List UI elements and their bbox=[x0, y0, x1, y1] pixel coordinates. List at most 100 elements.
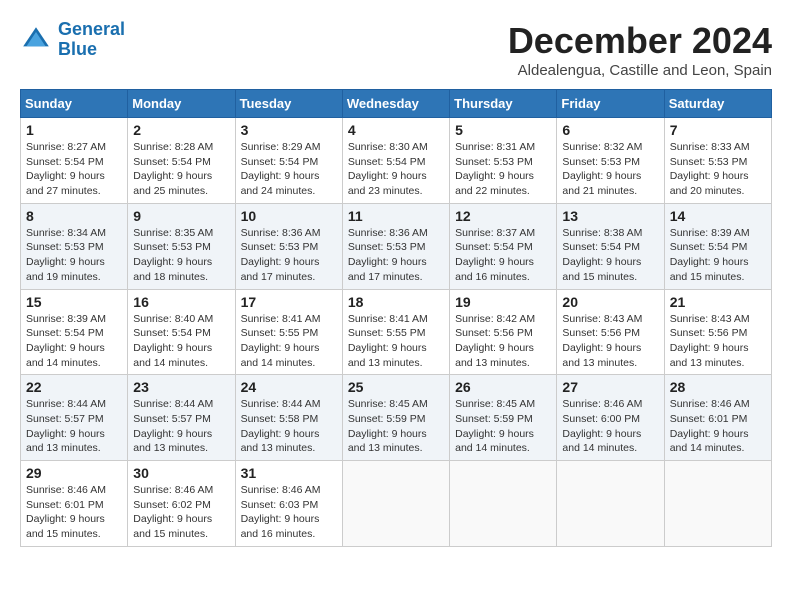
day-number: 16 bbox=[133, 294, 229, 310]
calendar-day-cell bbox=[664, 461, 771, 547]
daylight-text: Daylight: 9 hours and 14 minutes. bbox=[133, 341, 229, 370]
day-info: Sunrise: 8:43 AM Sunset: 5:56 PM Dayligh… bbox=[670, 312, 766, 371]
sunset-text: Sunset: 5:54 PM bbox=[241, 155, 337, 170]
calendar-header-row: Sunday Monday Tuesday Wednesday Thursday… bbox=[21, 90, 772, 118]
day-info: Sunrise: 8:29 AM Sunset: 5:54 PM Dayligh… bbox=[241, 140, 337, 199]
daylight-text: Daylight: 9 hours and 16 minutes. bbox=[455, 255, 551, 284]
daylight-text: Daylight: 9 hours and 13 minutes. bbox=[133, 427, 229, 456]
calendar-day-cell: 15 Sunrise: 8:39 AM Sunset: 5:54 PM Dayl… bbox=[21, 289, 128, 375]
calendar-table: Sunday Monday Tuesday Wednesday Thursday… bbox=[20, 89, 772, 547]
sunrise-text: Sunrise: 8:33 AM bbox=[670, 140, 766, 155]
sunset-text: Sunset: 5:54 PM bbox=[670, 240, 766, 255]
sunrise-text: Sunrise: 8:34 AM bbox=[26, 226, 122, 241]
sunset-text: Sunset: 6:00 PM bbox=[562, 412, 658, 427]
sunrise-text: Sunrise: 8:46 AM bbox=[670, 397, 766, 412]
day-number: 10 bbox=[241, 208, 337, 224]
day-number: 26 bbox=[455, 379, 551, 395]
day-number: 31 bbox=[241, 465, 337, 481]
day-number: 9 bbox=[133, 208, 229, 224]
sunset-text: Sunset: 5:54 PM bbox=[455, 240, 551, 255]
daylight-text: Daylight: 9 hours and 17 minutes. bbox=[241, 255, 337, 284]
daylight-text: Daylight: 9 hours and 13 minutes. bbox=[241, 427, 337, 456]
day-number: 13 bbox=[562, 208, 658, 224]
sunrise-text: Sunrise: 8:41 AM bbox=[241, 312, 337, 327]
daylight-text: Daylight: 9 hours and 17 minutes. bbox=[348, 255, 444, 284]
day-info: Sunrise: 8:36 AM Sunset: 5:53 PM Dayligh… bbox=[241, 226, 337, 285]
day-info: Sunrise: 8:27 AM Sunset: 5:54 PM Dayligh… bbox=[26, 140, 122, 199]
day-number: 2 bbox=[133, 122, 229, 138]
daylight-text: Daylight: 9 hours and 14 minutes. bbox=[562, 427, 658, 456]
col-monday: Monday bbox=[128, 90, 235, 118]
day-number: 6 bbox=[562, 122, 658, 138]
calendar-day-cell: 25 Sunrise: 8:45 AM Sunset: 5:59 PM Dayl… bbox=[342, 375, 449, 461]
day-info: Sunrise: 8:37 AM Sunset: 5:54 PM Dayligh… bbox=[455, 226, 551, 285]
calendar-week-row: 22 Sunrise: 8:44 AM Sunset: 5:57 PM Dayl… bbox=[21, 375, 772, 461]
sunset-text: Sunset: 5:57 PM bbox=[26, 412, 122, 427]
sunrise-text: Sunrise: 8:36 AM bbox=[348, 226, 444, 241]
sunrise-text: Sunrise: 8:45 AM bbox=[455, 397, 551, 412]
col-thursday: Thursday bbox=[450, 90, 557, 118]
sunrise-text: Sunrise: 8:42 AM bbox=[455, 312, 551, 327]
calendar-week-row: 8 Sunrise: 8:34 AM Sunset: 5:53 PM Dayli… bbox=[21, 203, 772, 289]
month-title: December 2024 bbox=[508, 20, 772, 62]
daylight-text: Daylight: 9 hours and 15 minutes. bbox=[562, 255, 658, 284]
daylight-text: Daylight: 9 hours and 25 minutes. bbox=[133, 169, 229, 198]
day-number: 19 bbox=[455, 294, 551, 310]
day-number: 17 bbox=[241, 294, 337, 310]
sunset-text: Sunset: 5:54 PM bbox=[133, 326, 229, 341]
day-info: Sunrise: 8:44 AM Sunset: 5:58 PM Dayligh… bbox=[241, 397, 337, 456]
daylight-text: Daylight: 9 hours and 18 minutes. bbox=[133, 255, 229, 284]
sunrise-text: Sunrise: 8:39 AM bbox=[670, 226, 766, 241]
calendar-week-row: 1 Sunrise: 8:27 AM Sunset: 5:54 PM Dayli… bbox=[21, 118, 772, 204]
sunset-text: Sunset: 5:53 PM bbox=[133, 240, 229, 255]
daylight-text: Daylight: 9 hours and 14 minutes. bbox=[241, 341, 337, 370]
sunset-text: Sunset: 5:53 PM bbox=[562, 155, 658, 170]
col-wednesday: Wednesday bbox=[342, 90, 449, 118]
calendar-day-cell: 22 Sunrise: 8:44 AM Sunset: 5:57 PM Dayl… bbox=[21, 375, 128, 461]
calendar-day-cell: 1 Sunrise: 8:27 AM Sunset: 5:54 PM Dayli… bbox=[21, 118, 128, 204]
calendar-week-row: 29 Sunrise: 8:46 AM Sunset: 6:01 PM Dayl… bbox=[21, 461, 772, 547]
calendar-day-cell bbox=[342, 461, 449, 547]
sunrise-text: Sunrise: 8:44 AM bbox=[133, 397, 229, 412]
day-info: Sunrise: 8:44 AM Sunset: 5:57 PM Dayligh… bbox=[133, 397, 229, 456]
daylight-text: Daylight: 9 hours and 22 minutes. bbox=[455, 169, 551, 198]
calendar-day-cell: 30 Sunrise: 8:46 AM Sunset: 6:02 PM Dayl… bbox=[128, 461, 235, 547]
calendar-day-cell: 7 Sunrise: 8:33 AM Sunset: 5:53 PM Dayli… bbox=[664, 118, 771, 204]
calendar-day-cell: 26 Sunrise: 8:45 AM Sunset: 5:59 PM Dayl… bbox=[450, 375, 557, 461]
sunrise-text: Sunrise: 8:36 AM bbox=[241, 226, 337, 241]
day-info: Sunrise: 8:30 AM Sunset: 5:54 PM Dayligh… bbox=[348, 140, 444, 199]
sunset-text: Sunset: 5:56 PM bbox=[670, 326, 766, 341]
sunset-text: Sunset: 5:58 PM bbox=[241, 412, 337, 427]
calendar-day-cell: 2 Sunrise: 8:28 AM Sunset: 5:54 PM Dayli… bbox=[128, 118, 235, 204]
day-info: Sunrise: 8:46 AM Sunset: 6:01 PM Dayligh… bbox=[26, 483, 122, 542]
day-number: 27 bbox=[562, 379, 658, 395]
day-info: Sunrise: 8:44 AM Sunset: 5:57 PM Dayligh… bbox=[26, 397, 122, 456]
day-info: Sunrise: 8:38 AM Sunset: 5:54 PM Dayligh… bbox=[562, 226, 658, 285]
calendar-day-cell: 12 Sunrise: 8:37 AM Sunset: 5:54 PM Dayl… bbox=[450, 203, 557, 289]
sunset-text: Sunset: 5:53 PM bbox=[241, 240, 337, 255]
calendar-day-cell: 31 Sunrise: 8:46 AM Sunset: 6:03 PM Dayl… bbox=[235, 461, 342, 547]
day-info: Sunrise: 8:46 AM Sunset: 6:00 PM Dayligh… bbox=[562, 397, 658, 456]
sunset-text: Sunset: 5:54 PM bbox=[26, 155, 122, 170]
sunrise-text: Sunrise: 8:46 AM bbox=[562, 397, 658, 412]
day-number: 7 bbox=[670, 122, 766, 138]
calendar-day-cell: 11 Sunrise: 8:36 AM Sunset: 5:53 PM Dayl… bbox=[342, 203, 449, 289]
calendar-day-cell: 29 Sunrise: 8:46 AM Sunset: 6:01 PM Dayl… bbox=[21, 461, 128, 547]
col-saturday: Saturday bbox=[664, 90, 771, 118]
day-info: Sunrise: 8:39 AM Sunset: 5:54 PM Dayligh… bbox=[26, 312, 122, 371]
calendar-day-cell: 6 Sunrise: 8:32 AM Sunset: 5:53 PM Dayli… bbox=[557, 118, 664, 204]
logo-text: General Blue bbox=[58, 20, 125, 60]
daylight-text: Daylight: 9 hours and 13 minutes. bbox=[26, 427, 122, 456]
day-info: Sunrise: 8:36 AM Sunset: 5:53 PM Dayligh… bbox=[348, 226, 444, 285]
sunset-text: Sunset: 5:54 PM bbox=[26, 326, 122, 341]
day-info: Sunrise: 8:35 AM Sunset: 5:53 PM Dayligh… bbox=[133, 226, 229, 285]
sunrise-text: Sunrise: 8:38 AM bbox=[562, 226, 658, 241]
sunrise-text: Sunrise: 8:39 AM bbox=[26, 312, 122, 327]
sunrise-text: Sunrise: 8:28 AM bbox=[133, 140, 229, 155]
sunset-text: Sunset: 5:55 PM bbox=[241, 326, 337, 341]
daylight-text: Daylight: 9 hours and 13 minutes. bbox=[348, 341, 444, 370]
day-info: Sunrise: 8:46 AM Sunset: 6:02 PM Dayligh… bbox=[133, 483, 229, 542]
day-number: 11 bbox=[348, 208, 444, 224]
daylight-text: Daylight: 9 hours and 16 minutes. bbox=[241, 512, 337, 541]
calendar-day-cell: 4 Sunrise: 8:30 AM Sunset: 5:54 PM Dayli… bbox=[342, 118, 449, 204]
